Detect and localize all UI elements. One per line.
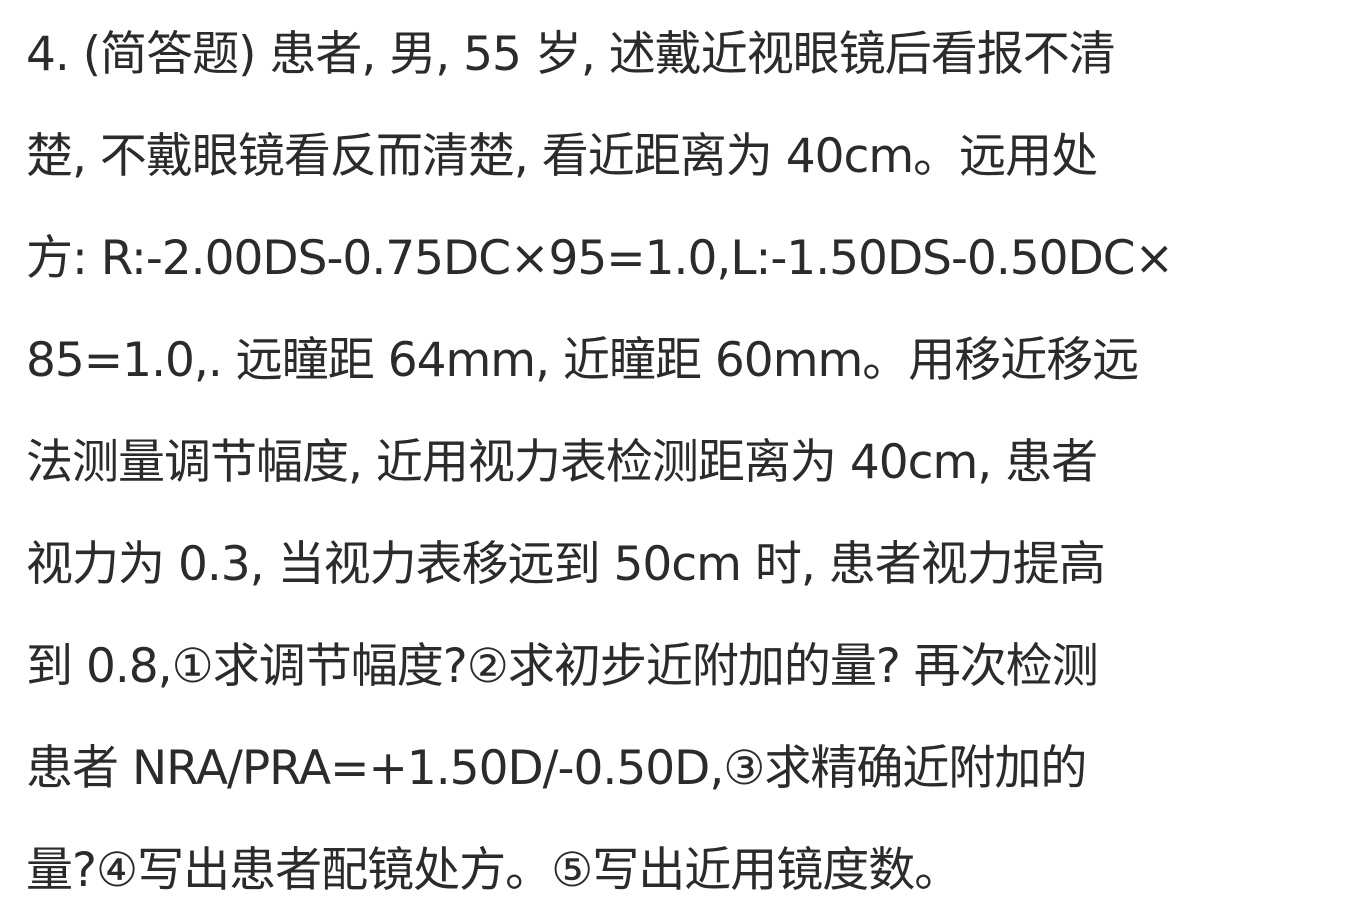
question-line-3: 方: R:-2.00DS-0.75DC×95=1.0,L:-1.50DS-0.5… xyxy=(26,231,1174,286)
question-line-9: 量?④写出患者配镜处方。⑤写出近用镜度数。 xyxy=(26,843,961,898)
question-line-1: 4. (简答题) 患者, 男, 55 岁, 述戴近视眼镜后看报不清 xyxy=(26,27,1116,82)
question-text: 4. (简答题) 患者, 男, 55 岁, 述戴近视眼镜后看报不清 楚, 不戴眼… xyxy=(26,0,1347,922)
question-line-8: 患者 NRA/PRA=+1.50D/-0.50D,③求精确近附加的 xyxy=(26,741,1087,796)
question-line-5: 法测量调节幅度, 近用视力表检测距离为 40cm, 患者 xyxy=(26,435,1098,490)
question-line-2: 楚, 不戴眼镜看反而清楚, 看近距离为 40cm。远用处 xyxy=(26,129,1098,184)
question-line-4: 85=1.0,. 远瞳距 64mm, 近瞳距 60mm。用移近移远 xyxy=(26,333,1139,388)
question-line-7: 到 0.8,①求调节幅度?②求初步近附加的量? 再次检测 xyxy=(26,639,1099,694)
question-line-6: 视力为 0.3, 当视力表移远到 50cm 时, 患者视力提高 xyxy=(26,537,1106,592)
